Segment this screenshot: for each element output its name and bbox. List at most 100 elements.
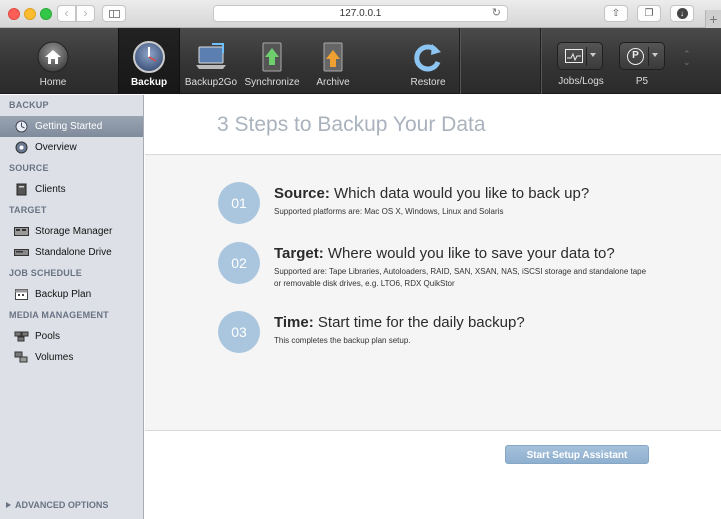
toolbar-restore-button[interactable]: Restore — [398, 28, 458, 94]
share-icon: ⇧ — [611, 8, 621, 19]
restore-icon — [414, 44, 441, 72]
start-setup-assistant-button[interactable]: Start Setup Assistant — [505, 445, 649, 464]
advanced-options-label: ADVANCED OPTIONS — [15, 500, 109, 510]
step-title: Source: Which data would you like to bac… — [274, 185, 589, 202]
step-description: Supported platforms are: Mac OS X, Windo… — [274, 207, 504, 216]
page-title: 3 Steps to Backup Your Data — [217, 113, 486, 136]
laptop-icon — [196, 43, 226, 69]
sidebar-item-label: Backup Plan — [35, 289, 92, 300]
sidebar-item-label: Standalone Drive — [35, 247, 112, 258]
step-description: This completes the backup plan setup. — [274, 336, 411, 345]
sidebar: BACKUP Getting Started Overview SOURCE C… — [0, 95, 144, 519]
reload-icon[interactable]: ↻ — [492, 6, 501, 21]
getting-started-icon — [15, 120, 28, 133]
sidebar-item-label: Volumes — [35, 352, 74, 363]
new-tab-button[interactable]: + — [705, 10, 721, 28]
toolbar-divider — [459, 28, 460, 94]
sidebar-section-backup: BACKUP — [9, 100, 49, 110]
chevron-down-icon — [590, 53, 596, 57]
home-icon — [37, 41, 69, 73]
chevron-down-icon — [652, 53, 658, 57]
sidebar-section-source: SOURCE — [9, 163, 49, 173]
toolbar-home-button[interactable]: Home — [18, 28, 88, 94]
main-footer: Start Setup Assistant — [145, 430, 721, 519]
toolbar-backup2go-label: Backup2Go — [184, 77, 238, 88]
download-icon: ↓ — [676, 8, 688, 19]
sidebar-item-storage-manager[interactable]: Storage Manager — [0, 221, 143, 242]
sidebar-item-overview[interactable]: Overview — [0, 137, 143, 158]
toolbar-divider — [540, 28, 541, 94]
toolbar-overflow-chevron-icon[interactable]: ⌃ ⌄ — [683, 50, 691, 67]
address-bar[interactable]: 127.0.0.1 ↻ — [213, 5, 508, 22]
step-title-bold: Target: — [274, 245, 324, 262]
back-button[interactable]: ‹ — [57, 5, 76, 22]
dropdown-separator — [648, 47, 649, 66]
sidebar-section-media-management: MEDIA MANAGEMENT — [9, 310, 109, 320]
sidebar-item-label: Getting Started — [35, 121, 103, 132]
tabs-icon: ❐ — [644, 8, 654, 19]
show-tabs-button[interactable]: ❐ — [637, 5, 661, 22]
toolbar-backup-button[interactable]: Backup — [118, 28, 180, 94]
p5-dropdown[interactable]: P — [619, 42, 665, 70]
backup-plan-icon — [15, 289, 28, 300]
jobs-logs-dropdown[interactable] — [557, 42, 603, 70]
step-title-bold: Source: — [274, 185, 330, 202]
minimize-window-button[interactable] — [24, 8, 36, 20]
zoom-window-button[interactable] — [40, 8, 52, 20]
sidebar-item-label: Clients — [35, 184, 66, 195]
dropdown-separator — [586, 47, 587, 66]
disclosure-triangle-icon — [6, 502, 11, 508]
p5-label: P5 — [635, 76, 649, 87]
standalone-drive-icon — [14, 249, 29, 256]
step-title: Time: Start time for the daily backup? — [274, 314, 525, 331]
step-number-badge: 03 — [218, 311, 260, 353]
sidebar-item-label: Storage Manager — [35, 226, 113, 237]
forward-button[interactable]: › — [76, 5, 95, 22]
sidebar-section-job-schedule: JOB SCHEDULE — [9, 268, 82, 278]
backup-clock-icon — [133, 41, 165, 73]
share-button[interactable]: ⇧ — [604, 5, 628, 22]
sidebar-item-standalone-drive[interactable]: Standalone Drive — [0, 242, 143, 263]
close-window-button[interactable] — [8, 8, 20, 20]
p5-icon: P — [627, 48, 644, 65]
step-number-badge: 02 — [218, 242, 260, 284]
step-title: Target: Where would you like to save you… — [274, 245, 615, 262]
step-title-rest: Start time for the daily backup? — [313, 314, 525, 331]
sidebar-item-pools[interactable]: Pools — [0, 326, 143, 347]
synchronize-icon — [262, 42, 282, 72]
sidebar-item-label: Pools — [35, 331, 61, 342]
toolbar-backup2go-button[interactable]: Backup2Go — [183, 28, 239, 94]
main-toolbar: Home Backup Backup2Go Synchronize Archiv… — [0, 28, 721, 94]
downloads-button[interactable]: ↓ — [670, 5, 694, 22]
jobs-logs-label: Jobs/Logs — [558, 76, 604, 87]
step-number-badge: 01 — [218, 182, 260, 224]
sidebar-item-volumes[interactable]: Volumes — [0, 347, 143, 368]
overview-icon — [15, 141, 28, 154]
toolbar-synchronize-button[interactable]: Synchronize — [243, 28, 301, 94]
archive-icon — [323, 42, 343, 72]
url-text: 127.0.0.1 — [339, 8, 382, 19]
step-title-rest: Where would you like to save your data t… — [323, 245, 615, 262]
advanced-options-toggle[interactable]: ADVANCED OPTIONS — [6, 500, 108, 510]
toolbar-restore-label: Restore — [410, 77, 446, 88]
sidebar-item-getting-started[interactable]: Getting Started — [0, 116, 143, 137]
step-title-rest: Which data would you like to back up? — [329, 185, 590, 202]
activity-monitor-icon — [565, 49, 583, 63]
toolbar-synchronize-label: Synchronize — [244, 77, 300, 88]
step-title-bold: Time: — [274, 314, 314, 331]
step-description: Supported are: Tape Libraries, Autoloade… — [274, 267, 647, 288]
sidebar-section-target: TARGET — [9, 205, 47, 215]
clients-icon — [16, 183, 27, 196]
sidebar-item-label: Overview — [35, 142, 77, 153]
sidebar-item-clients[interactable]: Clients — [0, 179, 143, 200]
storage-manager-icon — [14, 227, 29, 236]
main-panel: 3 Steps to Backup Your Data 01 Source: W… — [145, 95, 721, 519]
volumes-icon — [14, 351, 28, 363]
sidebar-toggle-button[interactable] — [102, 5, 126, 22]
chevron-left-icon: ‹ — [64, 6, 69, 20]
toolbar-backup-label: Backup — [130, 77, 168, 88]
chevron-right-icon: › — [83, 6, 88, 20]
toolbar-archive-button[interactable]: Archive — [306, 28, 360, 94]
toolbar-archive-label: Archive — [316, 77, 350, 88]
sidebar-item-backup-plan[interactable]: Backup Plan — [0, 284, 143, 305]
